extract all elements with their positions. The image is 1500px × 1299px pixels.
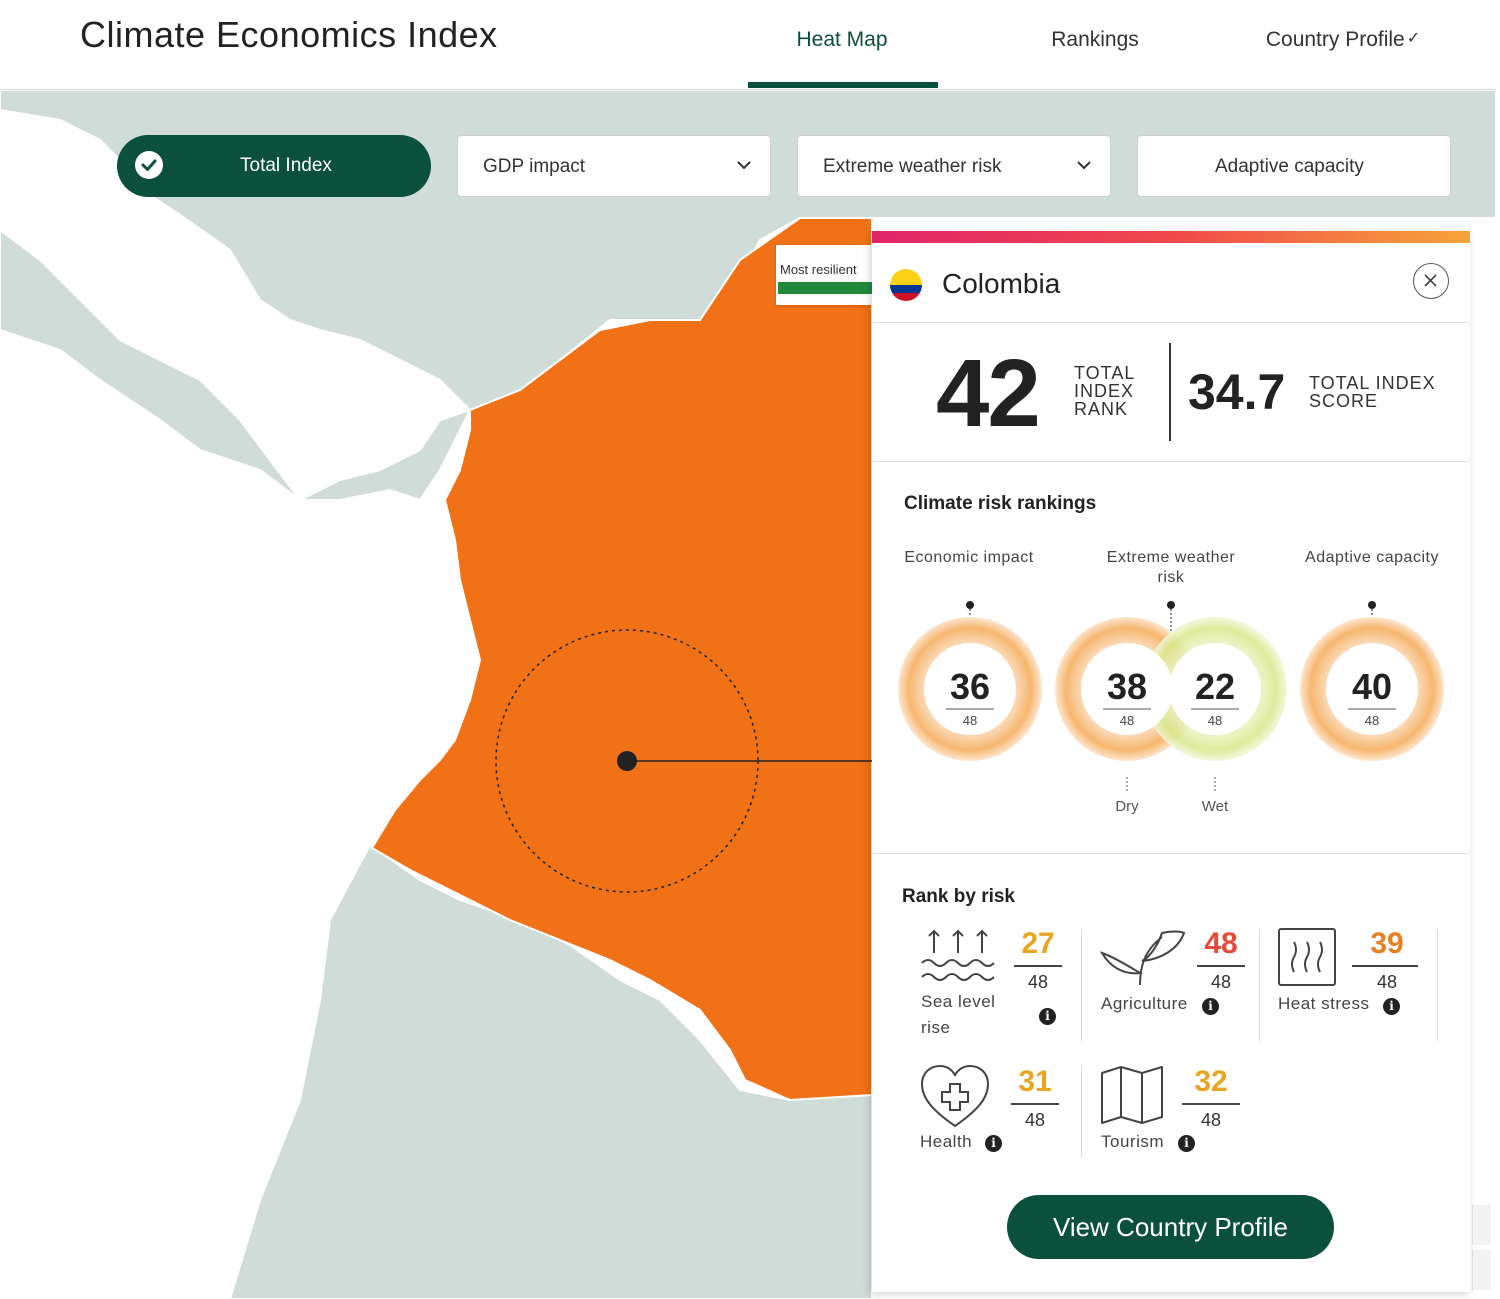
extreme-wet-rank: 22 — [1194, 666, 1236, 707]
agriculture-rank: 48 — [1204, 927, 1238, 960]
info-icon[interactable]: i — [1178, 1135, 1195, 1152]
economic-impact-total: 48 — [962, 713, 978, 728]
tourism-icon — [1101, 1066, 1163, 1124]
tourism-label: Tourism — [1101, 1132, 1165, 1151]
climate-risk-title: Climate risk rankings — [904, 493, 1097, 514]
close-icon — [1424, 274, 1437, 287]
heat-stress-rank: 39 — [1370, 927, 1404, 960]
sea-level-rank: 27 — [1021, 927, 1055, 960]
scroll-handle[interactable] — [1472, 1250, 1491, 1290]
heat-stress-label: Heat stress — [1278, 994, 1370, 1013]
tab-country-profile[interactable]: Country Profile ✓ — [1258, 28, 1428, 52]
risk-separator — [1259, 929, 1260, 1041]
sea-level-total: 48 — [1027, 972, 1049, 992]
heat-stress-icon — [1278, 928, 1336, 986]
rank-underline — [1352, 965, 1418, 967]
extreme-wet-total: 48 — [1207, 713, 1223, 728]
agriculture-total: 48 — [1210, 972, 1232, 992]
extreme-weather-label: Extreme weather risk — [823, 156, 1002, 177]
total-index-rank-value: 42 — [936, 340, 1041, 447]
total-index-filter[interactable]: Total Index — [117, 135, 431, 197]
total-index-rank-label: TOTAL INDEX RANK — [1074, 363, 1135, 419]
card-accent-bar — [872, 231, 1470, 243]
adaptive-capacity-rank: 40 — [1351, 666, 1393, 707]
health-total: 48 — [1024, 1110, 1046, 1130]
extreme-dry-rank: 38 — [1106, 666, 1148, 707]
agriculture-label: Agriculture — [1101, 994, 1188, 1013]
card-divider — [872, 461, 1470, 462]
rank-underline — [1014, 965, 1062, 967]
chevron-down-icon — [1075, 156, 1093, 174]
chevron-down-icon — [735, 156, 753, 174]
card-divider — [872, 322, 1470, 323]
climate-rings-graphic — [898, 601, 1444, 791]
gdp-impact-label: GDP impact — [483, 156, 586, 177]
agriculture-icon — [1100, 930, 1186, 986]
info-icon[interactable]: i — [1039, 1008, 1056, 1025]
adaptive-capacity-filter[interactable]: Adaptive capacity — [1137, 135, 1451, 197]
colombia-flag-icon — [890, 269, 922, 301]
dry-label: Dry — [1115, 798, 1139, 815]
app-title: Climate Economics Index — [80, 14, 498, 55]
map-legend: Most resilient — [776, 245, 876, 305]
adaptive-capacity-total: 48 — [1364, 713, 1380, 728]
close-button[interactable] — [1413, 263, 1449, 299]
extreme-dry-total: 48 — [1119, 713, 1135, 728]
rank-score-divider — [1169, 343, 1171, 441]
active-tab-indicator — [748, 82, 938, 88]
total-index-label: Total Index — [240, 155, 332, 176]
economic-impact-rank: 36 — [949, 666, 991, 707]
card-divider — [872, 853, 1470, 854]
health-label: Health — [920, 1132, 973, 1151]
risk-separator — [1437, 929, 1438, 1041]
view-country-profile-button[interactable]: View Country Profile — [1007, 1195, 1334, 1259]
scroll-handle[interactable] — [1472, 1205, 1491, 1245]
sea-level-icon — [921, 929, 995, 981]
risk-separator — [1081, 1065, 1082, 1157]
heat-stress-total: 48 — [1376, 972, 1398, 992]
info-icon[interactable]: i — [985, 1135, 1002, 1152]
sea-level-label: Sea level rise — [921, 992, 996, 1037]
country-card: Colombia 42 TOTAL INDEX RANK 34.7 TOTAL … — [872, 231, 1470, 1292]
country-name: Colombia — [942, 268, 1061, 299]
rank-underline — [1197, 965, 1245, 967]
chevron-down-icon: ✓ — [1406, 30, 1421, 47]
adaptive-capacity-title: Adaptive capacity — [1305, 549, 1439, 566]
risk-separator — [1081, 929, 1082, 1041]
legend-label: Most resilient — [780, 262, 857, 277]
adaptive-capacity-label: Adaptive capacity — [1215, 156, 1364, 177]
legend-gradient — [778, 282, 874, 294]
rank-underline — [1182, 1103, 1240, 1105]
tourism-total: 48 — [1200, 1110, 1222, 1130]
total-index-score-label: TOTAL INDEX SCORE — [1309, 373, 1436, 411]
total-index-score-value: 34.7 — [1188, 364, 1286, 420]
info-icon[interactable]: i — [1202, 998, 1219, 1015]
economic-impact-title: Economic impact — [904, 549, 1034, 566]
app-header: Climate Economics Index Heat Map Ranking… — [0, 0, 1496, 90]
tourism-rank: 32 — [1194, 1065, 1228, 1098]
gdp-impact-dropdown[interactable]: GDP impact — [457, 135, 771, 197]
health-icon — [920, 1064, 990, 1128]
tab-heat-map[interactable]: Heat Map — [760, 28, 924, 52]
wet-label: Wet — [1201, 798, 1229, 815]
tab-rankings[interactable]: Rankings — [1020, 28, 1170, 52]
check-icon — [135, 151, 163, 179]
extreme-weather-title: Extreme weather risk — [1106, 549, 1236, 586]
health-rank: 31 — [1018, 1065, 1052, 1098]
rank-by-risk-title: Rank by risk — [902, 886, 1015, 907]
tab-country-profile-label: Country Profile — [1265, 28, 1405, 51]
rank-underline — [1011, 1103, 1059, 1105]
info-icon[interactable]: i — [1383, 998, 1400, 1015]
selection-dot[interactable] — [617, 751, 637, 771]
extreme-weather-dropdown[interactable]: Extreme weather risk — [797, 135, 1111, 197]
